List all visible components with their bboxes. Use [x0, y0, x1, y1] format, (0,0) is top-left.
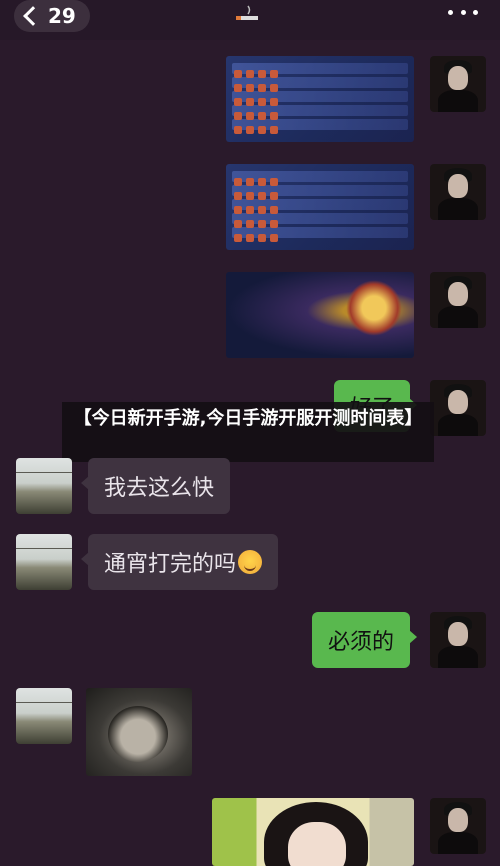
my-avatar[interactable]: [430, 798, 486, 854]
my-avatar[interactable]: [430, 56, 486, 112]
chevron-left-icon: [23, 6, 43, 26]
image-message-photo[interactable]: [86, 688, 192, 776]
my-avatar[interactable]: [430, 272, 486, 328]
image-message-game-list-1[interactable]: [226, 56, 414, 142]
message-text: 我去这么快: [104, 476, 215, 501]
friend-avatar[interactable]: [16, 458, 72, 514]
image-message-photo[interactable]: [212, 798, 414, 866]
headline-banner: 【今日新开手游,今日手游开服开测时间表】: [62, 402, 434, 462]
my-text-bubble[interactable]: 必须的: [312, 612, 418, 668]
hero-crest-icon: [346, 280, 402, 336]
their-text-bubble[interactable]: 通宵打完的吗: [80, 534, 279, 590]
image-message-game-list-2[interactable]: [226, 164, 414, 250]
top-bar: 29: [0, 0, 500, 40]
more-dots-icon[interactable]: [448, 4, 478, 20]
message-text: 必须的: [328, 630, 395, 655]
unread-count: 29: [48, 4, 76, 28]
status-icon: [236, 5, 258, 20]
my-avatar[interactable]: [430, 164, 486, 220]
back-button[interactable]: 29: [14, 0, 90, 32]
my-avatar[interactable]: [430, 380, 486, 436]
friend-avatar[interactable]: [16, 688, 72, 744]
their-text-bubble[interactable]: 我去这么快: [80, 458, 231, 514]
crying-laughing-emoji-icon: [238, 550, 263, 574]
friend-avatar[interactable]: [16, 534, 72, 590]
my-avatar[interactable]: [430, 612, 486, 668]
message-text: 通宵打完的吗: [104, 552, 237, 577]
image-message-game-hero[interactable]: [226, 272, 414, 358]
